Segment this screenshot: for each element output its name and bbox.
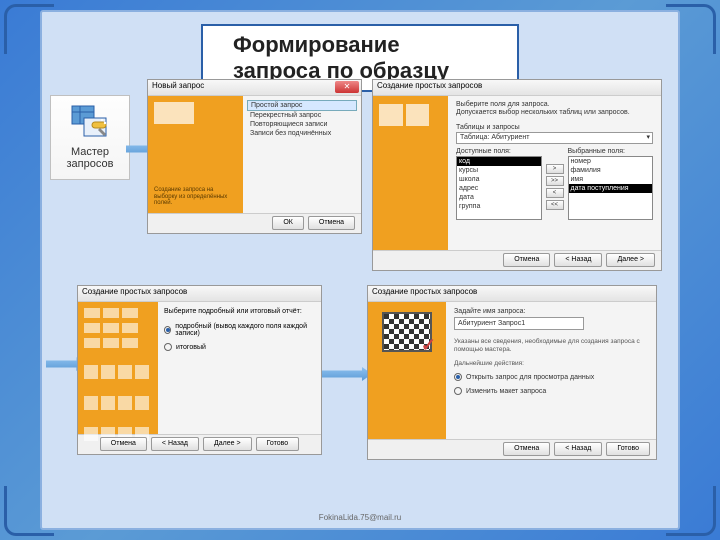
- radio-icon: [164, 343, 172, 351]
- radio-icon: [454, 373, 462, 381]
- field-selection-dialog: Создание простых запросов Выберите поля …: [372, 79, 662, 271]
- dialog-titlebar: Создание простых запросов: [368, 286, 656, 302]
- back-button[interactable]: < Назад: [554, 442, 602, 456]
- dialog-title: Создание простых запросов: [377, 81, 482, 90]
- query-wizard-button[interactable]: Мастер запросов: [50, 95, 130, 180]
- dialog-title: Создание простых запросов: [82, 287, 187, 296]
- list-item[interactable]: номер: [569, 157, 653, 166]
- radio-label: Открыть запрос для просмотра данных: [466, 374, 594, 381]
- back-button[interactable]: < Назад: [554, 253, 602, 267]
- radio-label: подробный (вывод каждого поля каждой зап…: [175, 323, 315, 337]
- list-item[interactable]: Простой запрос: [247, 100, 357, 111]
- move-buttons: > >> < <<: [546, 156, 564, 210]
- close-icon[interactable]: ✕: [335, 81, 359, 93]
- radio-summary[interactable]: итоговый: [164, 343, 315, 351]
- available-fields-label: Доступные поля:: [456, 148, 542, 155]
- intro-text: Допускается выбор нескольких таблиц или …: [456, 109, 653, 117]
- cancel-button[interactable]: Отмена: [100, 437, 147, 451]
- radio-modify[interactable]: Изменить макет запроса: [454, 387, 648, 395]
- footer-credit: FokinaLida.75@mail.ru: [319, 513, 401, 522]
- dialog-titlebar: Создание простых запросов: [78, 286, 321, 302]
- back-button[interactable]: < Назад: [151, 437, 199, 451]
- list-item[interactable]: адрес: [457, 184, 541, 193]
- list-item[interactable]: дата: [457, 193, 541, 202]
- table-dropdown[interactable]: Таблица: Абитуриент: [456, 132, 653, 144]
- arrow-icon: [322, 367, 372, 381]
- radio-label: итоговый: [176, 344, 206, 351]
- move-all-left-button[interactable]: <<: [546, 200, 564, 210]
- next-button[interactable]: Далее >: [606, 253, 655, 267]
- finish-button[interactable]: Готово: [256, 437, 300, 451]
- list-item[interactable]: фамилия: [569, 166, 653, 175]
- cancel-button[interactable]: Отмена: [503, 442, 550, 456]
- name-label: Задайте имя запроса:: [454, 308, 648, 315]
- query-name-input[interactable]: Абитуриент Запрос1: [454, 317, 584, 330]
- next-button[interactable]: Далее >: [203, 437, 252, 451]
- radio-open[interactable]: Открыть запрос для просмотра данных: [454, 373, 648, 381]
- info-text: Дальнейшие действия:: [454, 360, 648, 368]
- prompt-text: Выберите подробный или итоговый отчёт:: [164, 308, 315, 315]
- dialog-titlebar: Новый запрос ✕: [148, 80, 361, 96]
- selected-fields-list[interactable]: номер фамилия имя дата поступления: [568, 156, 654, 220]
- tables-icon: [154, 102, 194, 124]
- list-item[interactable]: имя: [569, 175, 653, 184]
- move-all-right-button[interactable]: >>: [546, 176, 564, 186]
- ribbon-label-1: Мастер: [51, 146, 129, 158]
- ok-button[interactable]: ОК: [272, 216, 304, 230]
- layout-icon: [84, 308, 152, 318]
- radio-label: Изменить макет запроса: [466, 388, 546, 395]
- finish-flag-icon: [382, 312, 432, 352]
- list-item[interactable]: курсы: [457, 166, 541, 175]
- query-type-description: Создание запроса на выборку из определён…: [154, 187, 237, 207]
- list-item[interactable]: школа: [457, 175, 541, 184]
- ribbon-label-2: запросов: [51, 158, 129, 170]
- cancel-button[interactable]: Отмена: [503, 253, 550, 267]
- dialog-side-panel: Создание запроса на выборку из определён…: [148, 96, 243, 213]
- selected-fields-label: Выбранные поля:: [568, 148, 654, 155]
- finish-button[interactable]: Готово: [606, 442, 650, 456]
- dialog-title: Новый запрос: [152, 81, 204, 90]
- dialog-titlebar: Создание простых запросов: [373, 80, 661, 96]
- name-query-dialog: Создание простых запросов Задайте имя за…: [367, 285, 657, 460]
- available-fields-list[interactable]: код курсы школа адрес дата группа: [456, 156, 542, 220]
- query-type-list[interactable]: Простой запрос Перекрестный запрос Повто…: [247, 100, 357, 138]
- dialog-side-panel: [373, 96, 448, 250]
- radio-icon: [454, 387, 462, 395]
- move-right-button[interactable]: >: [546, 164, 564, 174]
- dialog-side-panel: [368, 302, 446, 439]
- list-item[interactable]: Перекрестный запрос: [247, 111, 357, 120]
- list-item[interactable]: группа: [457, 202, 541, 211]
- tables-label: Таблицы и запросы: [456, 124, 653, 131]
- dialog-title: Создание простых запросов: [372, 287, 477, 296]
- radio-icon: [164, 326, 171, 334]
- cancel-button[interactable]: Отмена: [308, 216, 355, 230]
- list-item[interactable]: код: [457, 157, 541, 166]
- tables-icon: [379, 104, 429, 126]
- new-query-dialog: Новый запрос ✕ Создание запроса на выбор…: [147, 79, 362, 234]
- list-item[interactable]: дата поступления: [569, 184, 653, 193]
- list-item[interactable]: Повторяющиеся записи: [247, 120, 357, 129]
- list-item[interactable]: Записи без подчинённых: [247, 129, 357, 138]
- info-text: Указаны все сведения, необходимые для со…: [454, 338, 648, 354]
- slide-panel: Формирование запроса по образцу Мастер з…: [40, 10, 680, 530]
- query-wizard-icon: [70, 102, 110, 142]
- radio-detailed[interactable]: подробный (вывод каждого поля каждой зап…: [164, 323, 315, 337]
- move-left-button[interactable]: <: [546, 188, 564, 198]
- content-area: Мастер запросов Новый запрос ✕ Создание …: [42, 67, 678, 508]
- dialog-side-panel: [78, 302, 158, 434]
- report-type-dialog: Создание простых запросов Выберите подро…: [77, 285, 322, 455]
